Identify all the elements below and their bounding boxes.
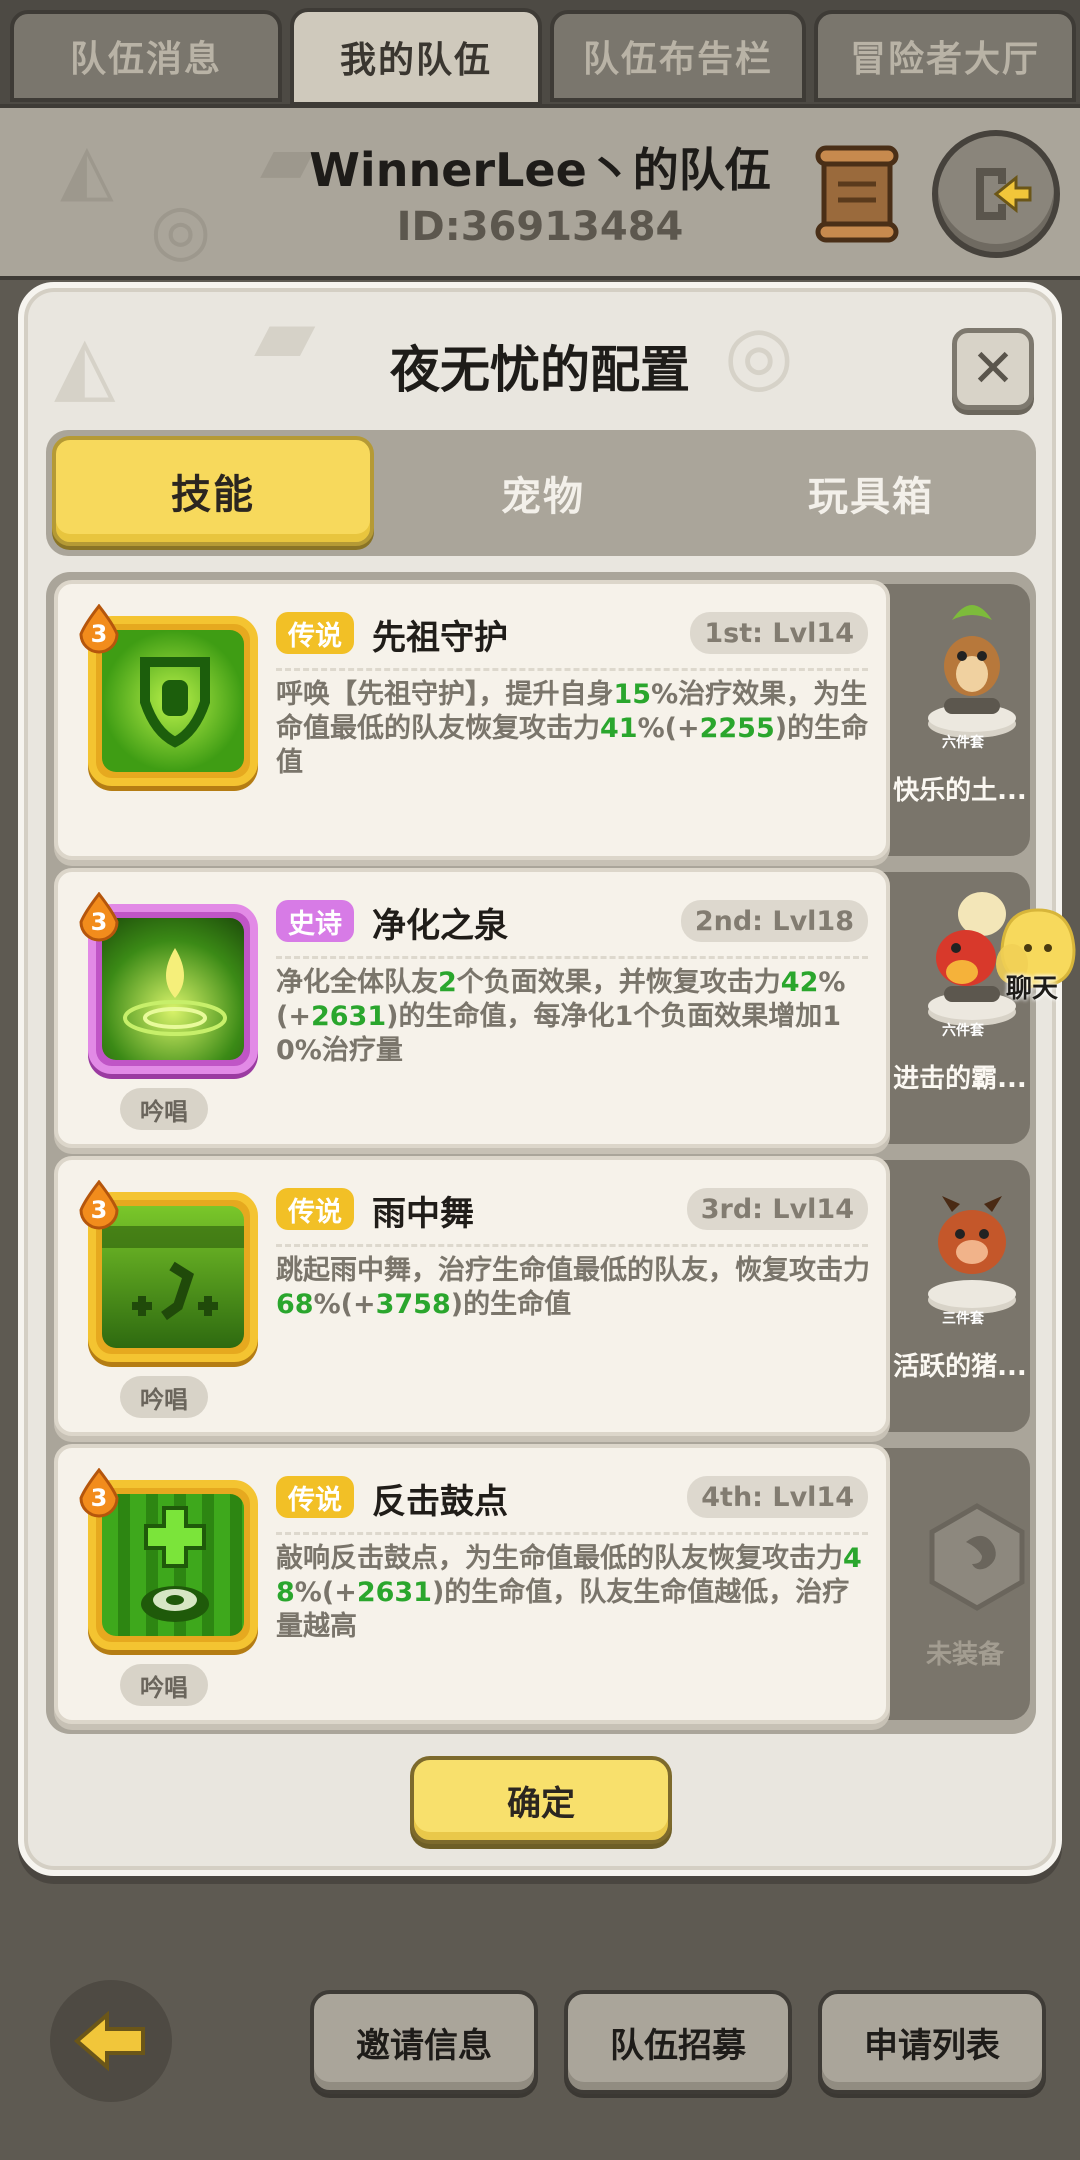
skill-row: 三件套 活跃的猪... 3 吟唱 传说 雨中舞 3rd: Lvl14 跳起雨中舞… (54, 1156, 1032, 1436)
invite-info-button[interactable]: 邀请信息 (310, 1990, 538, 2094)
pet-name: 活跃的猪... (893, 1352, 1027, 1382)
cast-tag: 吟唱 (120, 1376, 208, 1418)
skill-slot-level: 2nd: Lvl18 (680, 900, 868, 942)
skill-card[interactable]: 3 吟唱 传说 雨中舞 3rd: Lvl14 跳起雨中舞，治疗生命值最低的队友，… (54, 1156, 890, 1436)
desc-text: %(+ (313, 1289, 376, 1320)
pet-set-badge: 六件套 (942, 1023, 984, 1039)
ancestor-guard-icon (140, 657, 210, 748)
pet-figure-icon (928, 605, 1016, 738)
highlight-value: 2 (438, 967, 457, 998)
skill-description: 敲响反击鼓点，为生命值最低的队友恢复攻击力48%(+2631)的生命值，队友生命… (276, 1542, 870, 1644)
skill-description: 净化全体队友2个负面效果，并恢复攻击力42%(+2631)的生命值，每净化1个负… (276, 966, 870, 1068)
pet-figure-icon (928, 1196, 1016, 1314)
arrow-left-icon (73, 2010, 145, 2072)
rarity-tag: 传说 (276, 1188, 354, 1230)
tab-adventurer-hall[interactable]: 冒险者大厅 (814, 10, 1076, 102)
close-icon: ✕ (971, 339, 1015, 399)
desc-text: 个负面效果，并恢复攻击力 (456, 967, 781, 998)
apply-list-button[interactable]: 申请列表 (818, 1990, 1046, 2094)
tab-skills[interactable]: 技能 (52, 436, 374, 546)
desc-text: 跳起雨中舞，治疗生命值最低的队友，恢复攻击力 (276, 1255, 870, 1286)
highlight-value: 2631 (356, 1577, 432, 1608)
skill-description: 跳起雨中舞，治疗生命值最低的队友，恢复攻击力68%(+3758)的生命值 (276, 1254, 870, 1322)
divider (276, 956, 868, 959)
highlight-value: 41 (600, 713, 638, 744)
rarity-tag: 传说 (276, 612, 354, 654)
skill-name: 反击鼓点 (372, 1482, 508, 1522)
level-badge-text: 3 (90, 1484, 108, 1512)
highlight-value: 42 (780, 967, 819, 998)
counter-drum-icon (141, 1506, 209, 1622)
tab-toybox[interactable]: 玩具箱 (710, 430, 1032, 556)
team-title: WinnerLee丶的队伍 (309, 143, 771, 197)
close-button[interactable]: ✕ (952, 328, 1034, 410)
level-badge-text: 3 (90, 620, 108, 648)
skill-slot-level: 1st: Lvl14 (690, 612, 868, 654)
top-tab-bar: 队伍消息 我的队伍 队伍布告栏 冒险者大厅 (0, 0, 1080, 106)
skill-row: 未装备 3 吟唱 传说 反击鼓点 4th: Lvl14 敲响反击鼓点，为生命值最… (54, 1444, 1032, 1724)
skill-card[interactable]: 3 吟唱 传说 反击鼓点 4th: Lvl14 敲响反击鼓点，为生命值最低的队友… (54, 1444, 890, 1724)
highlight-value: 15 (613, 679, 652, 710)
skill-description: 呼唤【先祖守护】，提升自身15%治疗效果，为生命值最低的队友恢复攻击力41%(+… (276, 678, 870, 780)
skill-name: 先祖守护 (372, 618, 508, 658)
pet-name: 进击的霸... (893, 1064, 1027, 1094)
tab-team-messages[interactable]: 队伍消息 (10, 10, 282, 102)
exit-team-button[interactable] (932, 130, 1060, 258)
dialog-title: 夜无忧的配置 (390, 341, 690, 399)
desc-text: %(+ (294, 1577, 357, 1608)
config-tabs: 技能 宠物 玩具箱 (46, 430, 1036, 556)
exit-icon (976, 168, 1032, 220)
skill-row: 六件套 快乐的土... 3 传说 先祖守护 1st: Lvl14 呼唤【先祖守护… (54, 580, 1032, 860)
desc-text: 呼唤【先祖守护】，提升自身 (276, 679, 614, 710)
chat-label[interactable]: 聊天 (990, 968, 1074, 1005)
tab-team-bulletin[interactable]: 队伍布告栏 (550, 10, 806, 102)
divider (276, 668, 868, 671)
desc-text: )的生命值 (450, 1289, 572, 1320)
desc-text: 敲响反击鼓点，为生命值最低的队友恢复攻击力 (276, 1543, 843, 1574)
pet-name: 未装备 (925, 1640, 1004, 1670)
skill-name: 雨中舞 (372, 1194, 474, 1234)
highlight-value: 2631 (310, 1001, 387, 1032)
skill-slot-level: 4th: Lvl14 (687, 1476, 868, 1518)
tab-my-team[interactable]: 我的队伍 (290, 8, 542, 106)
pet-name: 快乐的土... (893, 776, 1027, 806)
back-button[interactable] (50, 1980, 172, 2102)
divider (276, 1532, 868, 1535)
rarity-tag: 史诗 (276, 900, 354, 942)
team-recruit-button[interactable]: 队伍招募 (564, 1990, 792, 2094)
team-header: ◭ ▰ ◎ WinnerLee丶的队伍 ID:36913484 (0, 104, 1080, 280)
level-badge-text: 3 (90, 908, 108, 936)
skill-card[interactable]: 3 传说 先祖守护 1st: Lvl14 呼唤【先祖守护】，提升自身15%治疗效… (54, 580, 890, 860)
empty-slot-icon (929, 1503, 1025, 1611)
tab-pets[interactable]: 宠物 (382, 430, 704, 556)
skill-slot-level: 3rd: Lvl14 (686, 1188, 868, 1230)
highlight-value: 68 (276, 1289, 314, 1320)
confirm-button[interactable]: 确定 (410, 1756, 672, 1844)
scroll-notice-icon[interactable] (814, 144, 900, 244)
highlight-value: 3758 (375, 1289, 451, 1320)
team-id: ID:36913484 (396, 204, 684, 250)
skill-card[interactable]: 3 吟唱 史诗 净化之泉 2nd: Lvl18 净化全体队友2个负面效果，并恢复 (54, 868, 890, 1148)
skill-list: 六件套 快乐的土... 3 传说 先祖守护 1st: Lvl14 呼唤【先祖守护… (46, 572, 1036, 1734)
pet-set-badge: 三件套 (942, 1311, 984, 1327)
desc-text: %(+ (637, 713, 700, 744)
highlight-value: 2255 (699, 713, 775, 744)
desc-text: 净化全体队友 (276, 967, 438, 998)
skill-name: 净化之泉 (372, 906, 508, 946)
rarity-tag: 传说 (276, 1476, 354, 1518)
cast-tag: 吟唱 (120, 1664, 208, 1706)
skill-row: 六件套 进击的霸... 3 吟唱 史诗 净化之泉 2nd: Lvl18 净化全体… (54, 868, 1032, 1148)
pet-set-badge: 六件套 (942, 735, 984, 751)
purify-spring-icon (123, 948, 227, 1036)
divider (276, 1244, 868, 1247)
level-badge-text: 3 (90, 1196, 108, 1224)
config-dialog: ◭ ▰ ◎ 夜无忧的配置 ✕ 技能 宠物 玩具箱 六件套 快乐的土... 3 传… (18, 282, 1062, 1876)
rain-dance-icon (102, 1226, 244, 1321)
cast-tag: 吟唱 (120, 1088, 208, 1130)
